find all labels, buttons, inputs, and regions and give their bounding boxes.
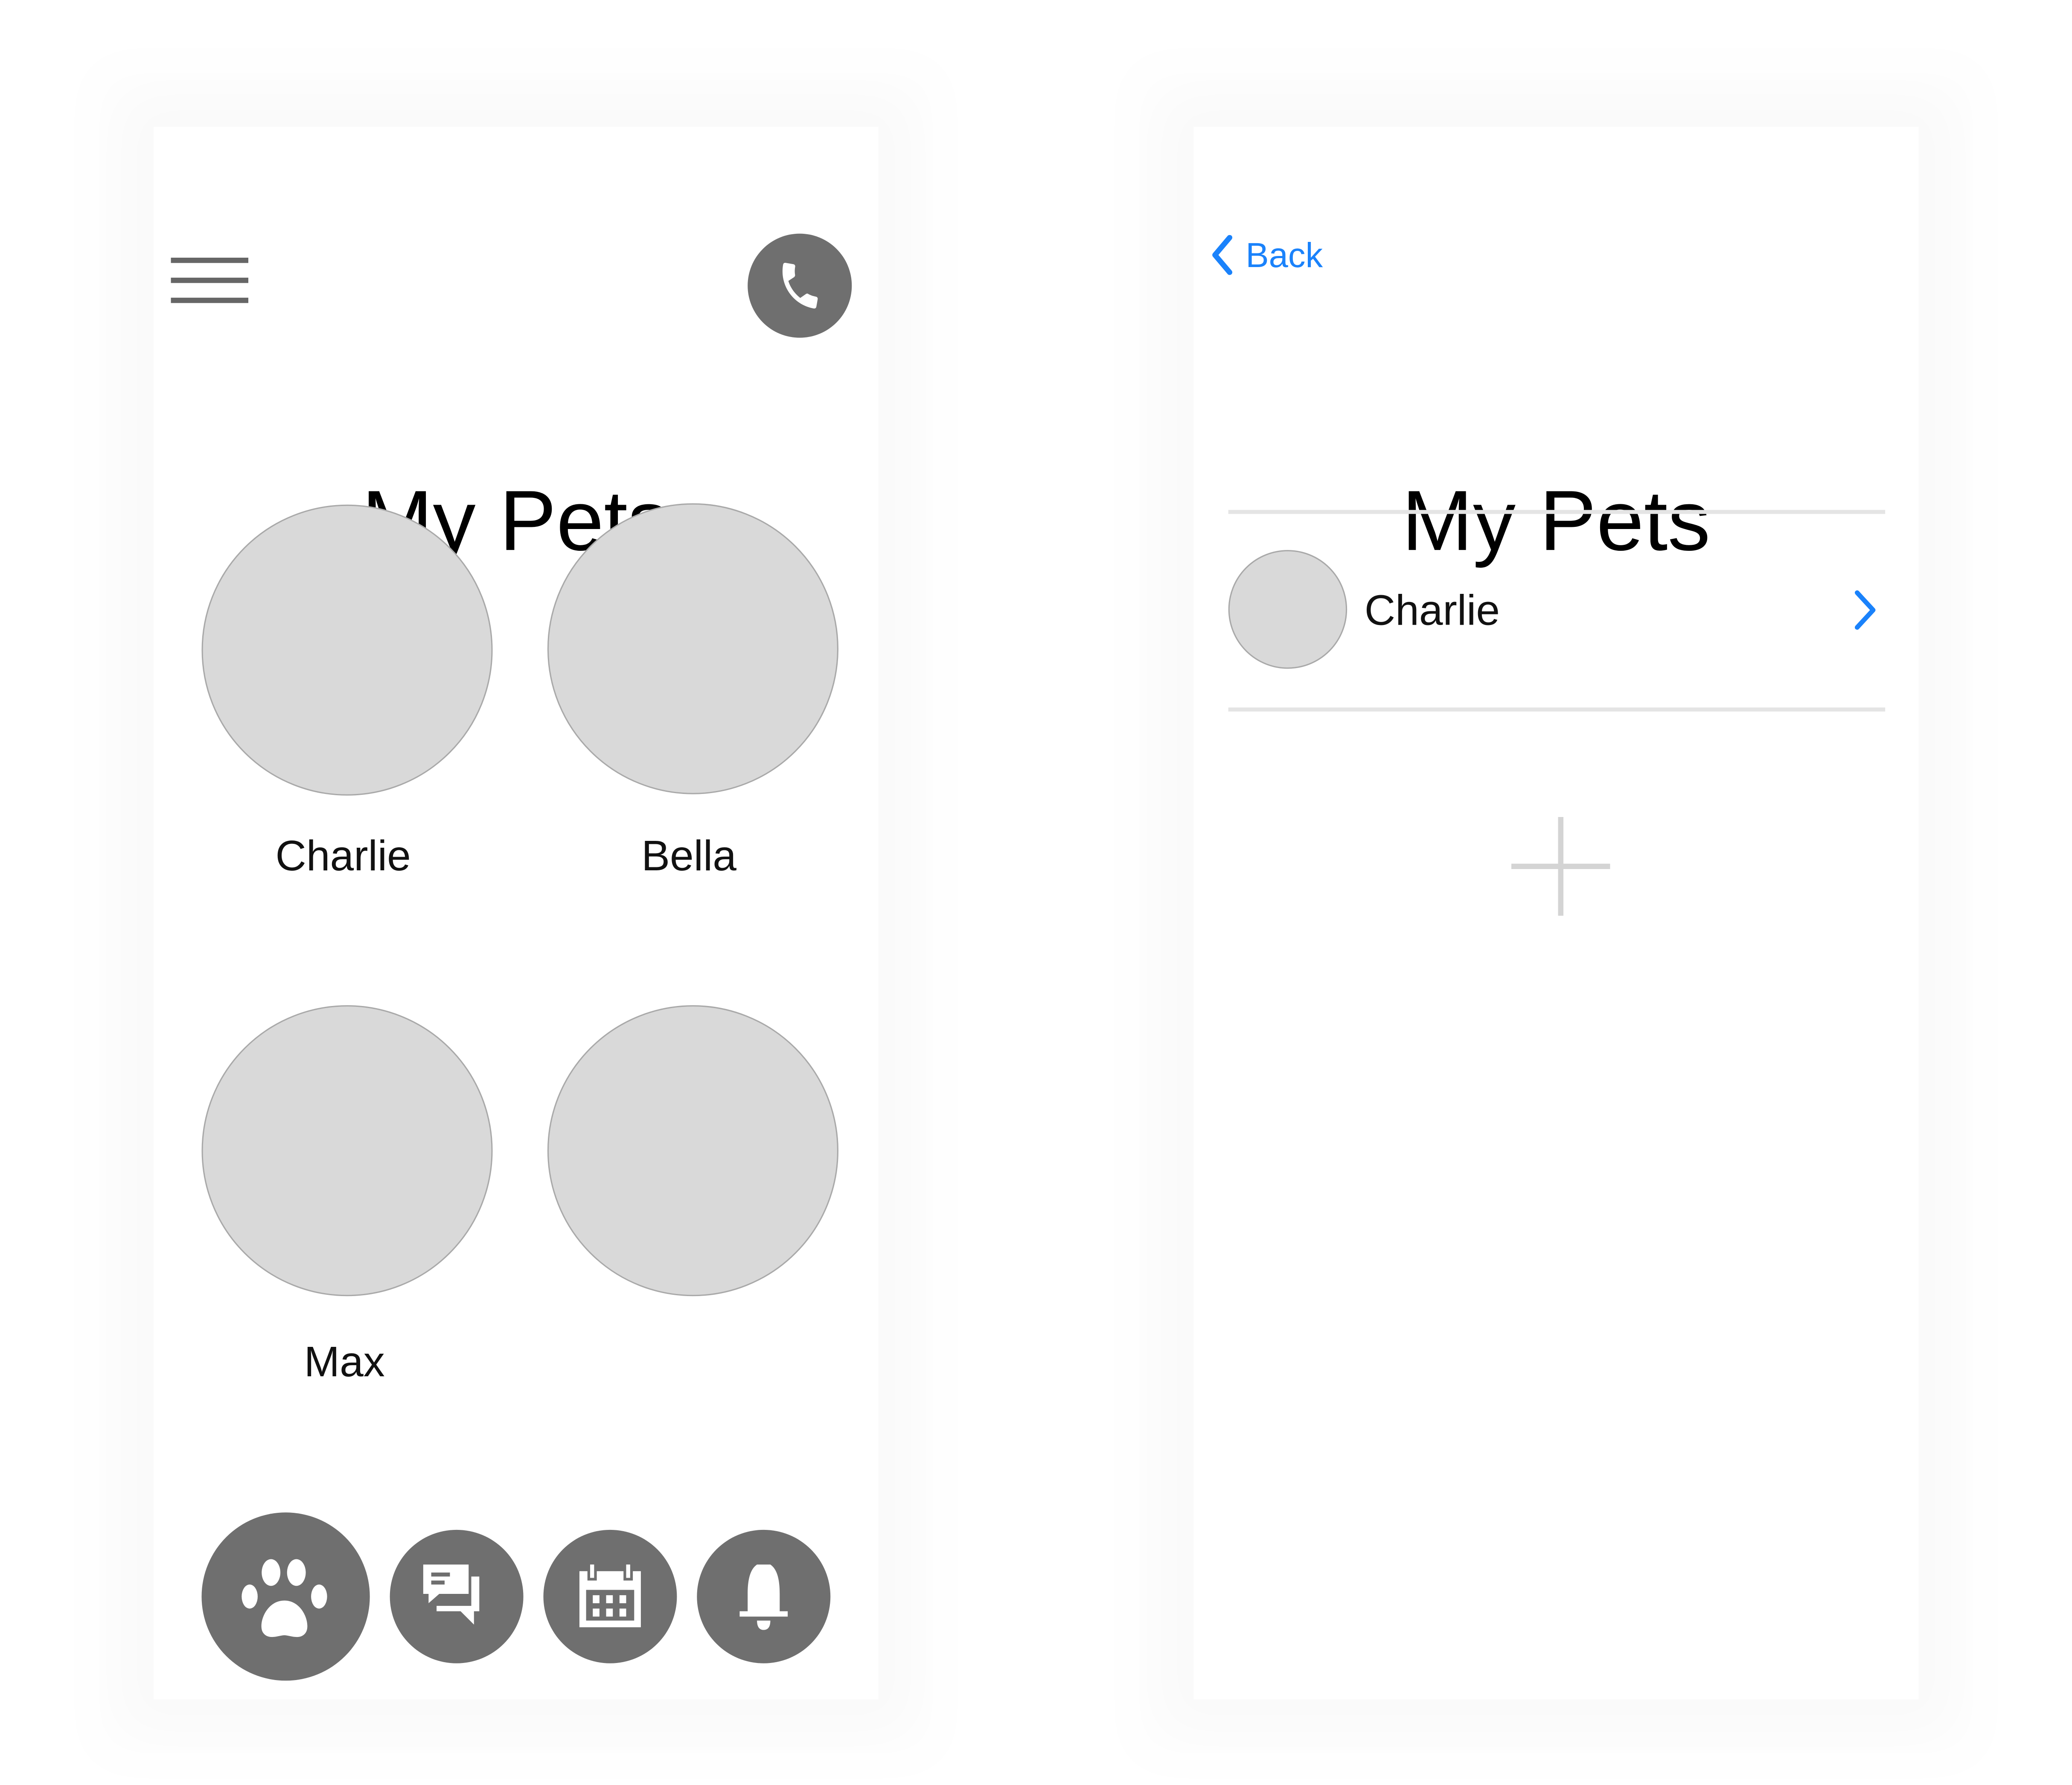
nav-pets-button[interactable]	[201, 1512, 370, 1681]
nav-messages-button[interactable]	[390, 1529, 524, 1663]
pet-name-charlie: Charlie	[275, 831, 411, 880]
list-item-charlie[interactable]: Charlie	[1228, 514, 1885, 709]
pet-avatar	[1228, 550, 1347, 669]
chat-icon	[423, 1564, 480, 1625]
pet-name-bella: Bella	[641, 831, 736, 880]
nav-calendar-button[interactable]	[543, 1529, 677, 1663]
back-label: Back	[1246, 234, 1323, 275]
pets-list-screen: Back My Pets Charlie	[1193, 127, 1919, 1700]
calendar-icon	[579, 1561, 641, 1628]
pet-name-max: Max	[304, 1337, 385, 1386]
chevron-right-icon	[1854, 590, 1876, 630]
paw-icon	[242, 1559, 327, 1637]
add-pet-button[interactable]	[1511, 817, 1610, 916]
canvas: My Pets Charlie Bella Max Back My Pets C…	[0, 0, 2072, 1785]
divider	[1228, 510, 1886, 514]
call-button[interactable]	[748, 233, 852, 338]
pet-avatar-bella[interactable]	[547, 503, 839, 794]
pet-avatar-charlie[interactable]	[201, 504, 493, 796]
pets-grid-screen: My Pets Charlie Bella Max	[153, 127, 879, 1700]
nav-notifications-button[interactable]	[697, 1529, 831, 1663]
menu-icon	[171, 257, 248, 303]
pet-avatar-empty[interactable]	[547, 1005, 839, 1297]
plus-icon	[1511, 817, 1610, 916]
bell-icon	[739, 1564, 788, 1630]
hamburger-menu-button[interactable]	[171, 257, 248, 306]
pet-avatar-max[interactable]	[201, 1005, 493, 1297]
phone-icon	[783, 263, 818, 309]
divider	[1228, 707, 1886, 712]
pet-name: Charlie	[1364, 586, 1500, 634]
back-button[interactable]: Back	[1210, 234, 1323, 276]
chevron-left-icon	[1212, 235, 1233, 275]
